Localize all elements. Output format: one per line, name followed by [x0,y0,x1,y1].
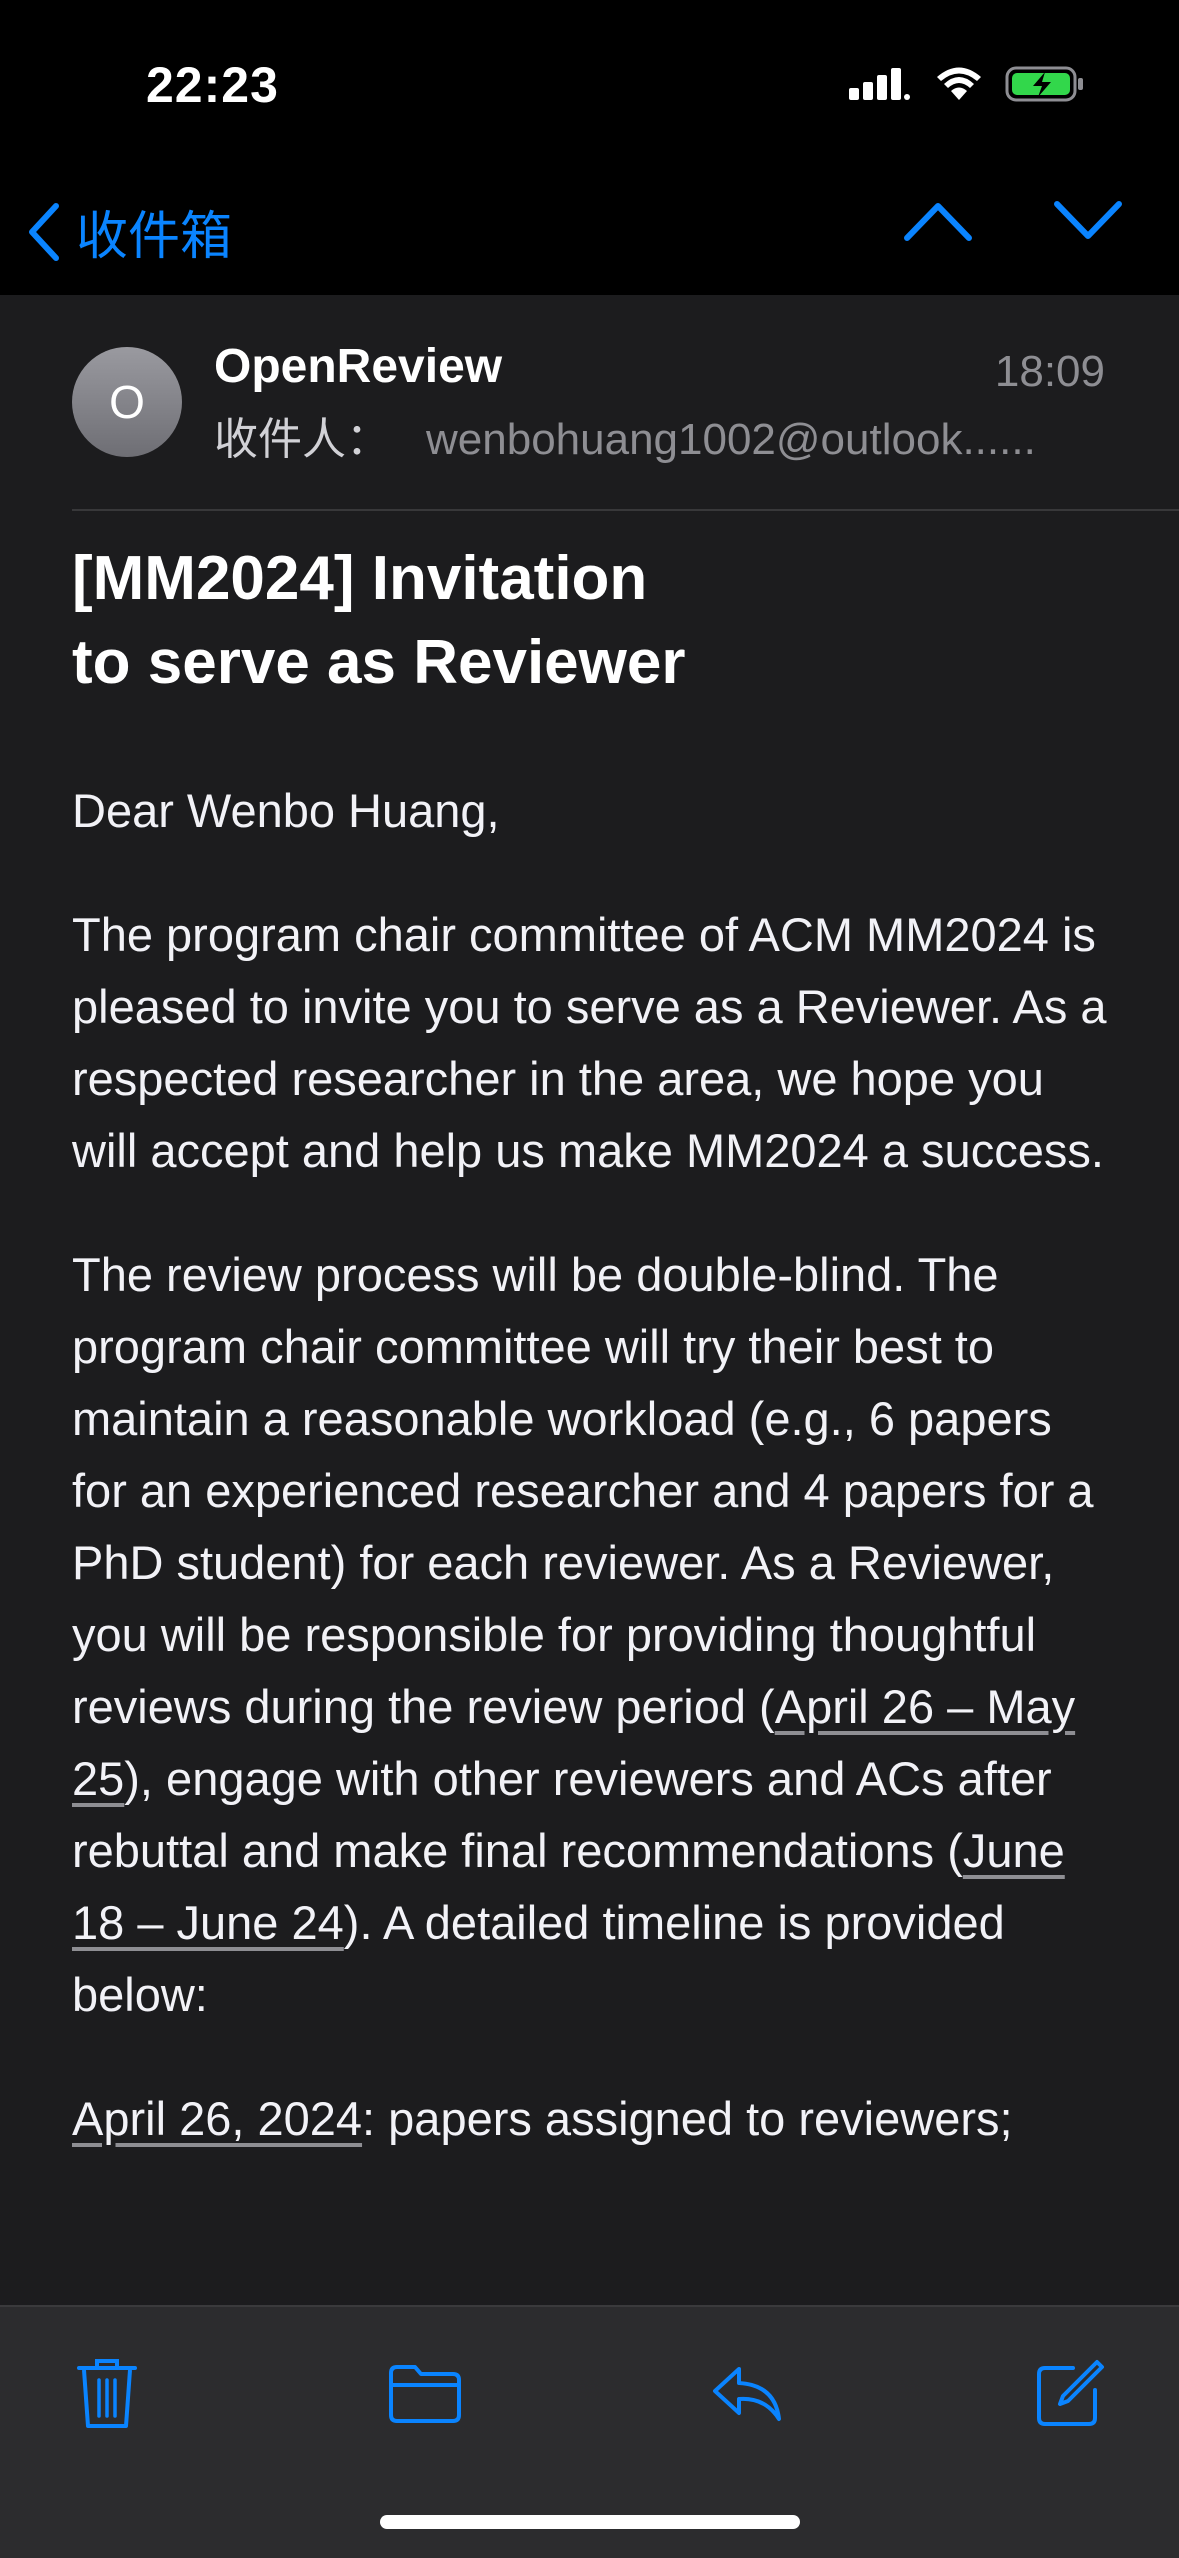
subject-line-1: [MM2024] Invitation [72,544,648,613]
subject: [MM2024] Invitation to serve as Reviewer [72,537,772,705]
status-time: 22:23 [146,57,279,113]
sender-name[interactable]: OpenReview [214,339,502,394]
timeline-text: : papers assigned to reviewers; [362,2092,1013,2145]
compose-icon [1037,2360,1104,2426]
status-bar: 22:23 [0,0,1179,160]
delete-button[interactable] [62,2349,152,2439]
chevron-left-icon [29,202,59,261]
reply-button[interactable] [702,2349,792,2439]
avatar: O [72,347,182,457]
paragraph-review-process: The review process will be double-blind.… [72,1239,1112,2031]
recipient-row[interactable]: 收件人： wenbohuang1002@outlook...... [214,403,1036,467]
chevron-up-icon[interactable] [903,198,973,244]
status-icons [849,64,1085,104]
message-navigation [903,198,1123,244]
move-to-folder-button[interactable] [380,2349,470,2439]
para2-text-a: The review process will be double-blind.… [72,1248,1094,1733]
message-body: Dear Wenbo Huang, The program chair comm… [72,775,1112,2207]
para2-text-b: ), engage with other reviewers and ACs a… [72,1752,1052,1877]
header-divider [72,509,1179,511]
back-label: 收件箱 [76,208,233,266]
timeline-item: April 26, 2024: papers assigned to revie… [72,2083,1112,2155]
recipient-address[interactable]: wenbohuang1002@outlook...... [426,415,1036,464]
message-content[interactable]: O OpenReview 18:09 收件人： wenbohuang1002@ou… [0,295,1179,2305]
nav-bar: 收件箱 [0,160,1179,295]
signal-icon [849,68,910,100]
recipient-label: 收件人： [214,415,390,464]
paragraph-invitation: The program chair committee of ACM MM202… [72,908,1107,1177]
folder-icon [389,2365,461,2423]
greeting: Dear Wenbo Huang, [72,784,500,837]
compose-button[interactable] [1024,2349,1114,2439]
date-link-timeline[interactable]: April 26, 2024 [72,2092,362,2145]
battery-charging-icon [1005,66,1083,102]
trash-icon [77,2359,137,2428]
chevron-down-icon[interactable] [1053,198,1123,244]
reply-icon [713,2367,781,2421]
subject-line-2: to serve as Reviewer [72,628,686,697]
home-indicator[interactable] [380,2515,800,2529]
wifi-icon [937,67,981,100]
message-time: 18:09 [994,347,1105,396]
back-button[interactable]: 收件箱 [26,194,232,269]
